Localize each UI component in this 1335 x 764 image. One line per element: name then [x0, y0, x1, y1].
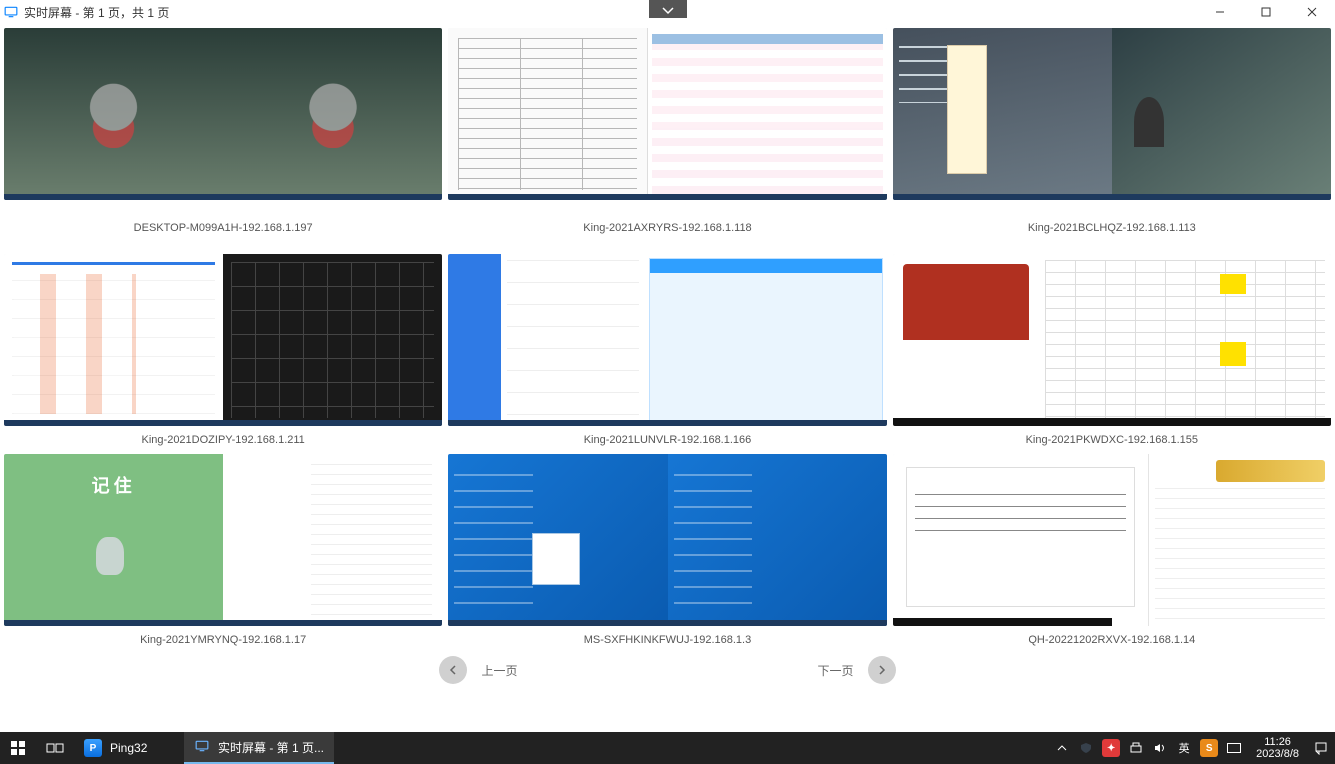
window-titlebar: 实时屏幕 - 第 1 页，共 1 页 — [0, 0, 1335, 24]
system-tray: ✦ 英 S 11:26 2023/8/8 — [1048, 732, 1335, 764]
windows-taskbar: P Ping32 实时屏幕 - 第 1 页... ✦ 英 S 11:26 202… — [0, 732, 1335, 764]
screen-thumbnail[interactable] — [448, 254, 886, 426]
tray-network-icon[interactable] — [1128, 742, 1144, 754]
tray-time: 11:26 — [1256, 736, 1299, 748]
screen-label: King-2021YMRYNQ-192.168.1.17 — [4, 626, 442, 654]
monitor-icon — [194, 739, 210, 756]
close-button[interactable] — [1289, 0, 1335, 24]
next-page-button[interactable]: 下一页 — [818, 656, 896, 684]
tray-sogou-icon[interactable]: S — [1200, 739, 1218, 757]
minimize-button[interactable] — [1197, 0, 1243, 24]
arrow-right-icon — [868, 656, 896, 684]
screen-thumbnail[interactable] — [448, 454, 886, 626]
prev-page-button[interactable]: 上一页 — [439, 656, 517, 684]
screen-grid: DESKTOP-M099A1H-192.168.1.197 King-2021A… — [0, 24, 1335, 654]
screen-label: King-2021AXRYRS-192.168.1.118 — [448, 200, 886, 254]
screen-label: MS-SXFHKINKFWUJ-192.168.1.3 — [448, 626, 886, 654]
tray-keyboard-icon[interactable] — [1226, 743, 1242, 753]
collapse-dropdown-button[interactable] — [649, 0, 687, 18]
screen-thumbnail[interactable] — [4, 454, 442, 626]
maximize-button[interactable] — [1243, 0, 1289, 24]
taskbar-app-label: 实时屏幕 - 第 1 页... — [218, 739, 324, 756]
start-button[interactable] — [0, 732, 36, 764]
screen-label: King-2021PKWDXC-192.168.1.155 — [893, 426, 1331, 454]
pager: 上一页 下一页 — [0, 656, 1335, 684]
tray-clock[interactable]: 11:26 2023/8/8 — [1250, 736, 1305, 760]
next-page-label: 下一页 — [818, 662, 854, 679]
screen-label: DESKTOP-M099A1H-192.168.1.197 — [4, 200, 442, 254]
screen-thumbnail[interactable] — [4, 254, 442, 426]
screen-thumbnail[interactable] — [4, 28, 442, 200]
tray-date: 2023/8/8 — [1256, 748, 1299, 760]
tray-ime-label[interactable]: 英 — [1176, 740, 1192, 756]
screen-thumbnail[interactable] — [893, 254, 1331, 426]
screen-thumbnail[interactable] — [448, 28, 886, 200]
taskbar-app-realtime-screen[interactable]: 实时屏幕 - 第 1 页... — [184, 732, 334, 764]
tray-volume-icon[interactable] — [1152, 742, 1168, 754]
screen-thumbnail[interactable] — [893, 28, 1331, 200]
tray-chevron-up-icon[interactable] — [1054, 743, 1070, 753]
screen-label: QH-20221202RXVX-192.168.1.14 — [893, 626, 1331, 654]
taskbar-app-ping32[interactable]: P Ping32 — [74, 732, 184, 764]
prev-page-label: 上一页 — [481, 662, 517, 679]
window-title: 实时屏幕 - 第 1 页，共 1 页 — [24, 4, 169, 21]
tray-shield-icon[interactable] — [1078, 742, 1094, 754]
screen-label: King-2021LUNVLR-192.168.1.166 — [448, 426, 886, 454]
screen-label: King-2021DOZIPY-192.168.1.211 — [4, 426, 442, 454]
arrow-left-icon — [439, 656, 467, 684]
task-view-button[interactable] — [36, 732, 74, 764]
monitor-icon — [4, 5, 18, 19]
tray-notifications-icon[interactable] — [1313, 741, 1329, 755]
ping32-icon: P — [84, 739, 102, 757]
screen-thumbnail[interactable] — [893, 454, 1331, 626]
taskbar-app-label: Ping32 — [110, 741, 147, 755]
screen-label: King-2021BCLHQZ-192.168.1.113 — [893, 200, 1331, 254]
tray-red-icon[interactable]: ✦ — [1102, 739, 1120, 757]
